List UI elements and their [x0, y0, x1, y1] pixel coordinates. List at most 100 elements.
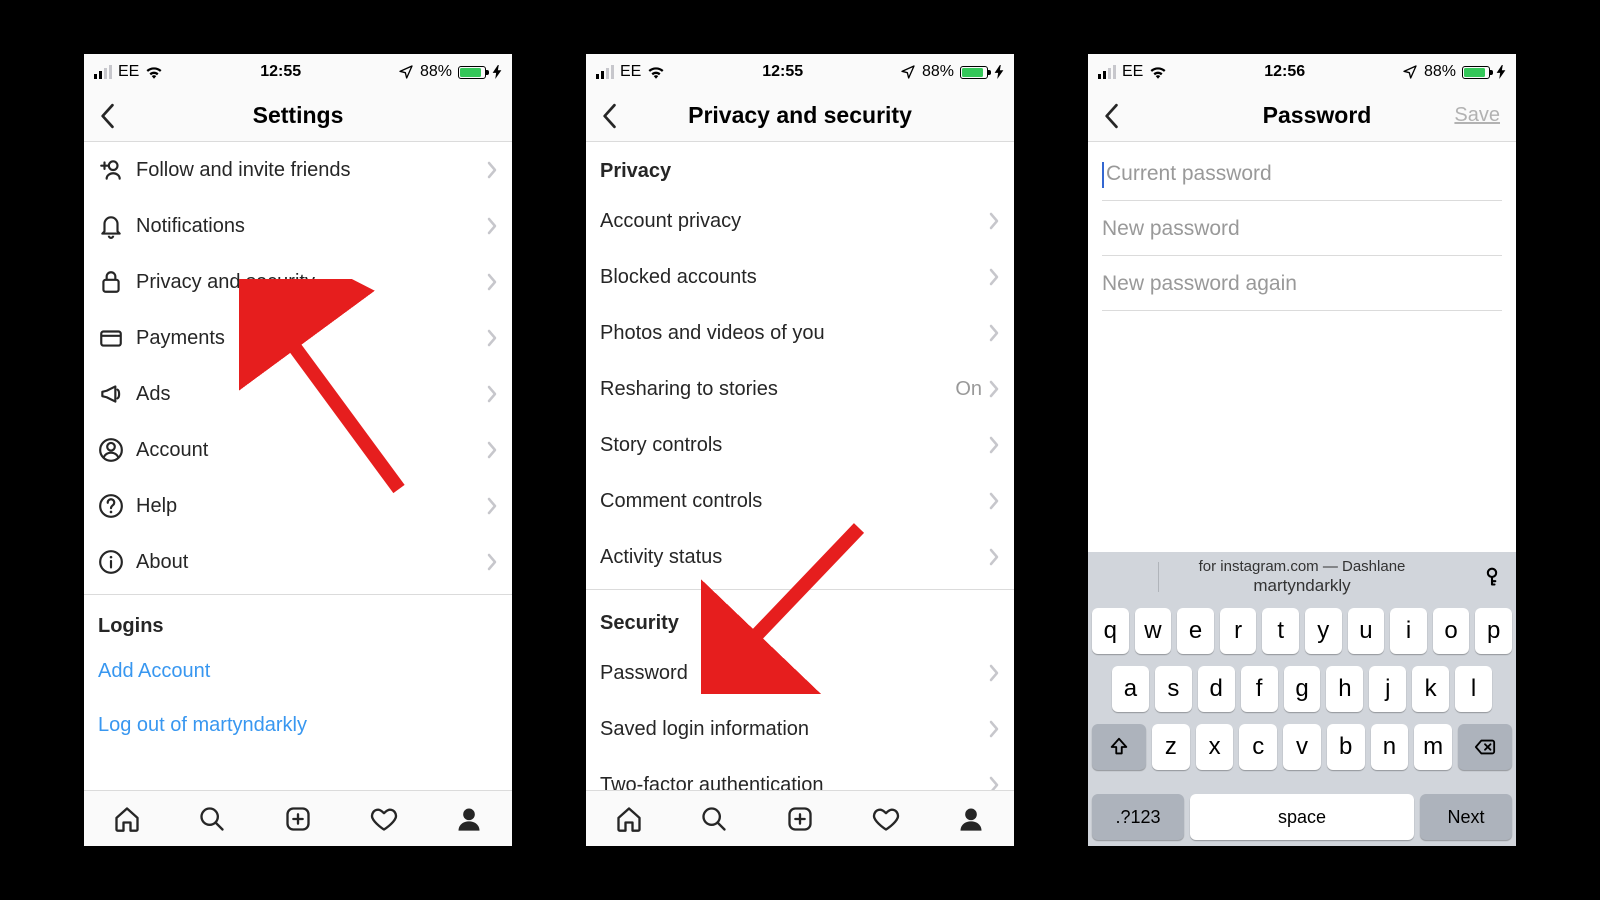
back-button[interactable] — [1102, 103, 1132, 129]
row-two-factor-authentication[interactable]: Two-factor authentication — [586, 757, 1014, 790]
wifi-icon — [647, 65, 665, 79]
add-account-link[interactable]: Add Account — [84, 644, 512, 698]
row-resharing-to-stories[interactable]: Resharing to storiesOn — [586, 361, 1014, 417]
tab-activity[interactable] — [370, 805, 398, 833]
key-z[interactable]: z — [1152, 724, 1190, 770]
status-time: 12:55 — [762, 63, 803, 81]
row-password[interactable]: Password — [586, 645, 1014, 701]
chevron-right-icon — [486, 553, 498, 571]
next-key[interactable]: Next — [1420, 794, 1512, 840]
tab-add[interactable] — [284, 805, 312, 833]
key-k[interactable]: k — [1412, 666, 1449, 712]
keyboard-suggest-value: martyndarkly — [1253, 576, 1350, 596]
backspace-key[interactable] — [1458, 724, 1512, 770]
chevron-right-icon — [486, 441, 498, 459]
row-label: Saved login information — [600, 718, 988, 741]
chevron-right-icon — [988, 548, 1000, 566]
logout-link[interactable]: Log out of martyndarkly — [84, 698, 512, 752]
settings-row-about[interactable]: About — [84, 534, 512, 590]
key-r[interactable]: r — [1220, 608, 1257, 654]
key-p[interactable]: p — [1475, 608, 1512, 654]
key-c[interactable]: c — [1239, 724, 1277, 770]
settings-row-privacy-and-security[interactable]: Privacy and security — [84, 254, 512, 310]
row-label: Help — [136, 495, 486, 518]
key-h[interactable]: h — [1326, 666, 1363, 712]
settings-row-account[interactable]: Account — [84, 422, 512, 478]
tab-search[interactable] — [700, 805, 728, 833]
row-story-controls[interactable]: Story controls — [586, 417, 1014, 473]
key-j[interactable]: j — [1369, 666, 1406, 712]
battery-icon — [960, 66, 988, 79]
key-x[interactable]: x — [1196, 724, 1234, 770]
key-m[interactable]: m — [1414, 724, 1452, 770]
key-g[interactable]: g — [1284, 666, 1321, 712]
tab-home[interactable] — [113, 805, 141, 833]
signal-icon — [1098, 65, 1116, 79]
nav-header: Password Save — [1088, 90, 1516, 142]
row-comment-controls[interactable]: Comment controls — [586, 473, 1014, 529]
row-label: Photos and videos of you — [600, 322, 988, 345]
save-button[interactable]: Save — [1454, 104, 1500, 127]
row-label: Account privacy — [600, 210, 988, 233]
key-f[interactable]: f — [1241, 666, 1278, 712]
row-label: About — [136, 551, 486, 574]
row-activity-status[interactable]: Activity status — [586, 529, 1014, 585]
key-o[interactable]: o — [1433, 608, 1470, 654]
key-v[interactable]: v — [1283, 724, 1321, 770]
row-label: Follow and invite friends — [136, 159, 486, 182]
row-label: Payments — [136, 327, 486, 350]
location-icon — [398, 64, 414, 80]
settings-row-ads[interactable]: Ads — [84, 366, 512, 422]
numeric-key[interactable]: .?123 — [1092, 794, 1184, 840]
key-q[interactable]: q — [1092, 608, 1129, 654]
chevron-right-icon — [988, 268, 1000, 286]
keyboard-suggestion[interactable]: for instagram.com — Dashlane martyndarkl… — [1088, 552, 1516, 602]
chevron-right-icon — [988, 324, 1000, 342]
battery-pct: 88% — [922, 63, 954, 81]
tab-add[interactable] — [786, 805, 814, 833]
tab-home[interactable] — [615, 805, 643, 833]
row-account-privacy[interactable]: Account privacy — [586, 193, 1014, 249]
settings-row-help[interactable]: Help — [84, 478, 512, 534]
privacy-header: Privacy — [586, 142, 1014, 193]
shift-key[interactable] — [1092, 724, 1146, 770]
space-key[interactable]: space — [1190, 794, 1414, 840]
current-password-input[interactable] — [1102, 146, 1502, 200]
settings-row-follow-and-invite-friends[interactable]: Follow and invite friends — [84, 142, 512, 198]
row-saved-login-information[interactable]: Saved login information — [586, 701, 1014, 757]
key-s[interactable]: s — [1155, 666, 1192, 712]
key-u[interactable]: u — [1348, 608, 1385, 654]
new-password-again-input[interactable] — [1102, 256, 1502, 310]
key-t[interactable]: t — [1262, 608, 1299, 654]
key-l[interactable]: l — [1455, 666, 1492, 712]
key-n[interactable]: n — [1371, 724, 1409, 770]
row-label: Blocked accounts — [600, 266, 988, 289]
key-d[interactable]: d — [1198, 666, 1235, 712]
row-photos-and-videos-of-you[interactable]: Photos and videos of you — [586, 305, 1014, 361]
new-password-input[interactable] — [1102, 201, 1502, 255]
row-blocked-accounts[interactable]: Blocked accounts — [586, 249, 1014, 305]
key-y[interactable]: y — [1305, 608, 1342, 654]
row-value: On — [955, 378, 982, 401]
settings-row-notifications[interactable]: Notifications — [84, 198, 512, 254]
megaphone-icon — [98, 381, 136, 407]
tab-profile[interactable] — [455, 805, 483, 833]
about-icon — [98, 549, 136, 575]
chevron-right-icon — [988, 436, 1000, 454]
chevron-right-icon — [486, 385, 498, 403]
lock-icon — [98, 269, 136, 295]
settings-row-payments[interactable]: Payments — [84, 310, 512, 366]
battery-icon — [1462, 66, 1490, 79]
battery-icon — [458, 66, 486, 79]
tab-profile[interactable] — [957, 805, 985, 833]
key-i[interactable]: i — [1390, 608, 1427, 654]
key-a[interactable]: a — [1112, 666, 1149, 712]
key-w[interactable]: w — [1135, 608, 1172, 654]
tab-activity[interactable] — [872, 805, 900, 833]
key-b[interactable]: b — [1327, 724, 1365, 770]
account-icon — [98, 437, 136, 463]
keyboard: for instagram.com — Dashlane martyndarkl… — [1088, 552, 1516, 846]
key-e[interactable]: e — [1177, 608, 1214, 654]
chevron-right-icon — [988, 776, 1000, 790]
tab-search[interactable] — [198, 805, 226, 833]
